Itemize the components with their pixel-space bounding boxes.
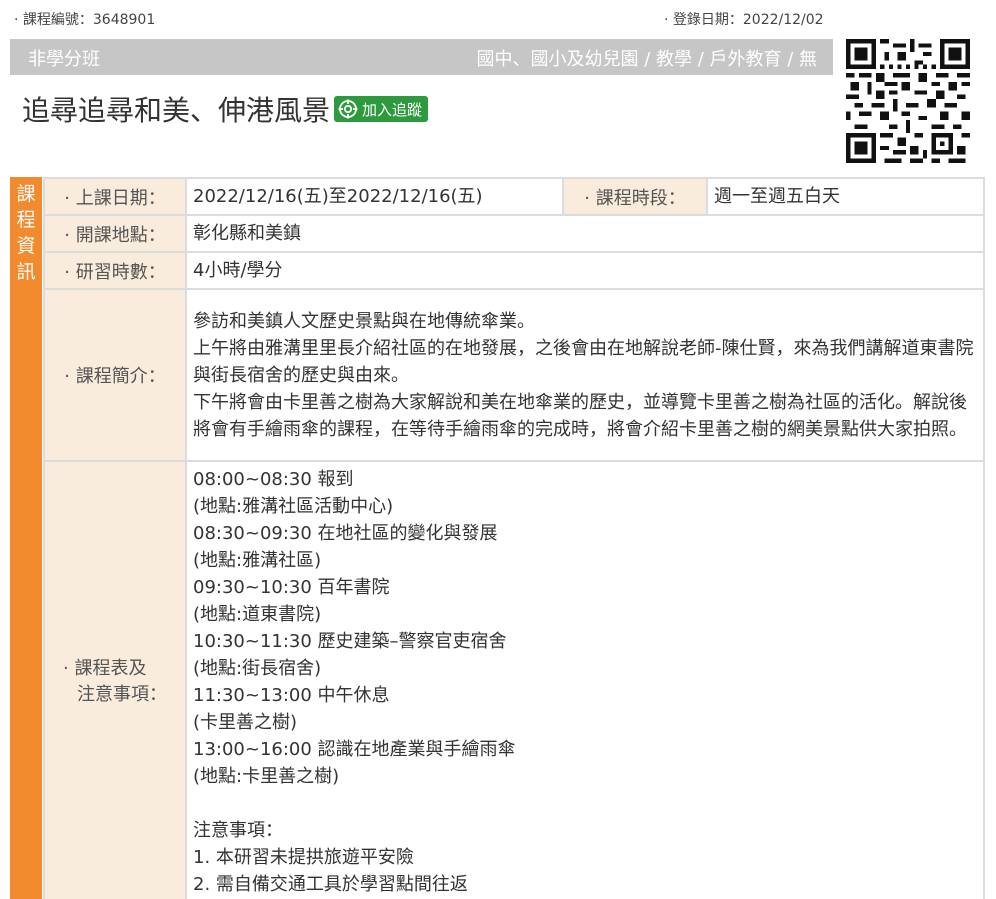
period-value: 週一至週五白天: [708, 177, 985, 216]
location-value: 彰化縣和美鎮: [187, 216, 985, 253]
note-item: 1. 本研習未提拱旅遊平安險: [193, 847, 414, 868]
schedule-line: (地點:卡里善之樹): [193, 766, 340, 787]
follow-button[interactable]: 加入追蹤: [334, 96, 429, 122]
schedule-line: 11:30~13:00 中午休息: [193, 685, 390, 706]
schedule-line: 13:00~16:00 認識在地產業與手繪雨傘: [193, 739, 516, 760]
schedule-line: 10:30~11:30 歷史建築–警察官吏宿舍: [193, 631, 507, 652]
location-label: · 開課地點：: [43, 216, 187, 253]
table-row: · 開課地點： 彰化縣和美鎮: [43, 216, 985, 253]
table-row: · 上課日期： 2022/12/16(五)至2022/12/16(五) · 課程…: [43, 177, 985, 216]
course-type: 非學分班: [28, 49, 100, 70]
registration-date: · 登錄日期：2022/12/02: [664, 12, 824, 28]
table-row: · 課程簡介： 參訪和美鎮人文歷史景點與在地傳統傘業。 上午將由雅溝里里長介紹社…: [43, 290, 985, 462]
follow-button-label: 加入追蹤: [362, 100, 423, 119]
course-number: · 課程編號：3648901: [14, 12, 156, 28]
table-row: · 研習時數： 4小時/學分: [43, 253, 985, 290]
intro-value: 參訪和美鎮人文歷史景點與在地傳統傘業。 上午將由雅溝里里長介紹社區的在地發展，之…: [187, 290, 985, 462]
intro-line: 參訪和美鎮人文歷史景點與在地傳統傘業。: [193, 310, 535, 332]
schedule-line: 08:30~09:30 在地社區的變化與發展: [193, 523, 498, 544]
side-label-char: 課: [16, 183, 36, 205]
qr-code-icon: [846, 39, 970, 163]
intro-line: 下午將會由卡里善之樹為大家解說和美在地傘業的歷史，並導覽卡里善之樹為社區的活化。…: [193, 391, 967, 440]
schedule-label-line: · 課程表及: [63, 658, 147, 679]
table-row: · 課程表及 注意事項： 08:00~08:30 報到 (地點:雅溝社區活動中心…: [43, 462, 985, 899]
side-label-char: 資: [16, 235, 36, 257]
schedule-line: 08:00~08:30 報到: [193, 469, 354, 490]
intro-line: 上午將由雅溝里里長介紹社區的在地發展，之後會由在地解說老師-陳仕賢，來為我們講解…: [193, 337, 974, 386]
schedule-label: · 課程表及 注意事項：: [43, 462, 187, 899]
hours-label: · 研習時數：: [43, 253, 187, 290]
notes-title: 注意事項：: [193, 820, 283, 841]
target-icon: [338, 99, 358, 119]
note-item: 2. 需自備交通工具於學習點間往返: [193, 874, 468, 895]
course-categories: 國中、國小及幼兒園 / 教學 / 戶外教育 / 無: [476, 49, 817, 70]
hours-value: 4小時/學分: [187, 253, 985, 290]
date-label: · 上課日期：: [43, 177, 187, 216]
course-info-side-label: 課 程 資 訊: [10, 177, 42, 899]
category-bar: 非學分班 國中、國小及幼兒園 / 教學 / 戶外教育 / 無: [10, 39, 833, 75]
page-title: 追尋追尋和美、伸港風景 加入追蹤: [22, 89, 429, 129]
schedule-line: (卡里善之樹): [193, 712, 298, 733]
schedule-line: (地點:街長宿舍): [193, 658, 322, 679]
course-title-text: 追尋追尋和美、伸港風景: [22, 94, 331, 127]
course-info-table: · 上課日期： 2022/12/16(五)至2022/12/16(五) · 課程…: [43, 177, 985, 899]
schedule-line: (地點:雅溝社區): [193, 550, 322, 571]
schedule-value: 08:00~08:30 報到 (地點:雅溝社區活動中心) 08:30~09:30…: [187, 462, 985, 899]
date-value: 2022/12/16(五)至2022/12/16(五): [187, 177, 564, 216]
schedule-line: 09:30~10:30 百年書院: [193, 577, 390, 598]
side-label-char: 訊: [16, 261, 36, 283]
schedule-line: (地點:道東書院): [193, 604, 322, 625]
period-label: · 課程時段：: [564, 177, 708, 216]
schedule-line: (地點:雅溝社區活動中心): [193, 496, 394, 517]
side-label-char: 程: [16, 209, 36, 231]
schedule-label-line: 注意事項：: [77, 684, 167, 705]
intro-label: · 課程簡介：: [43, 290, 187, 462]
